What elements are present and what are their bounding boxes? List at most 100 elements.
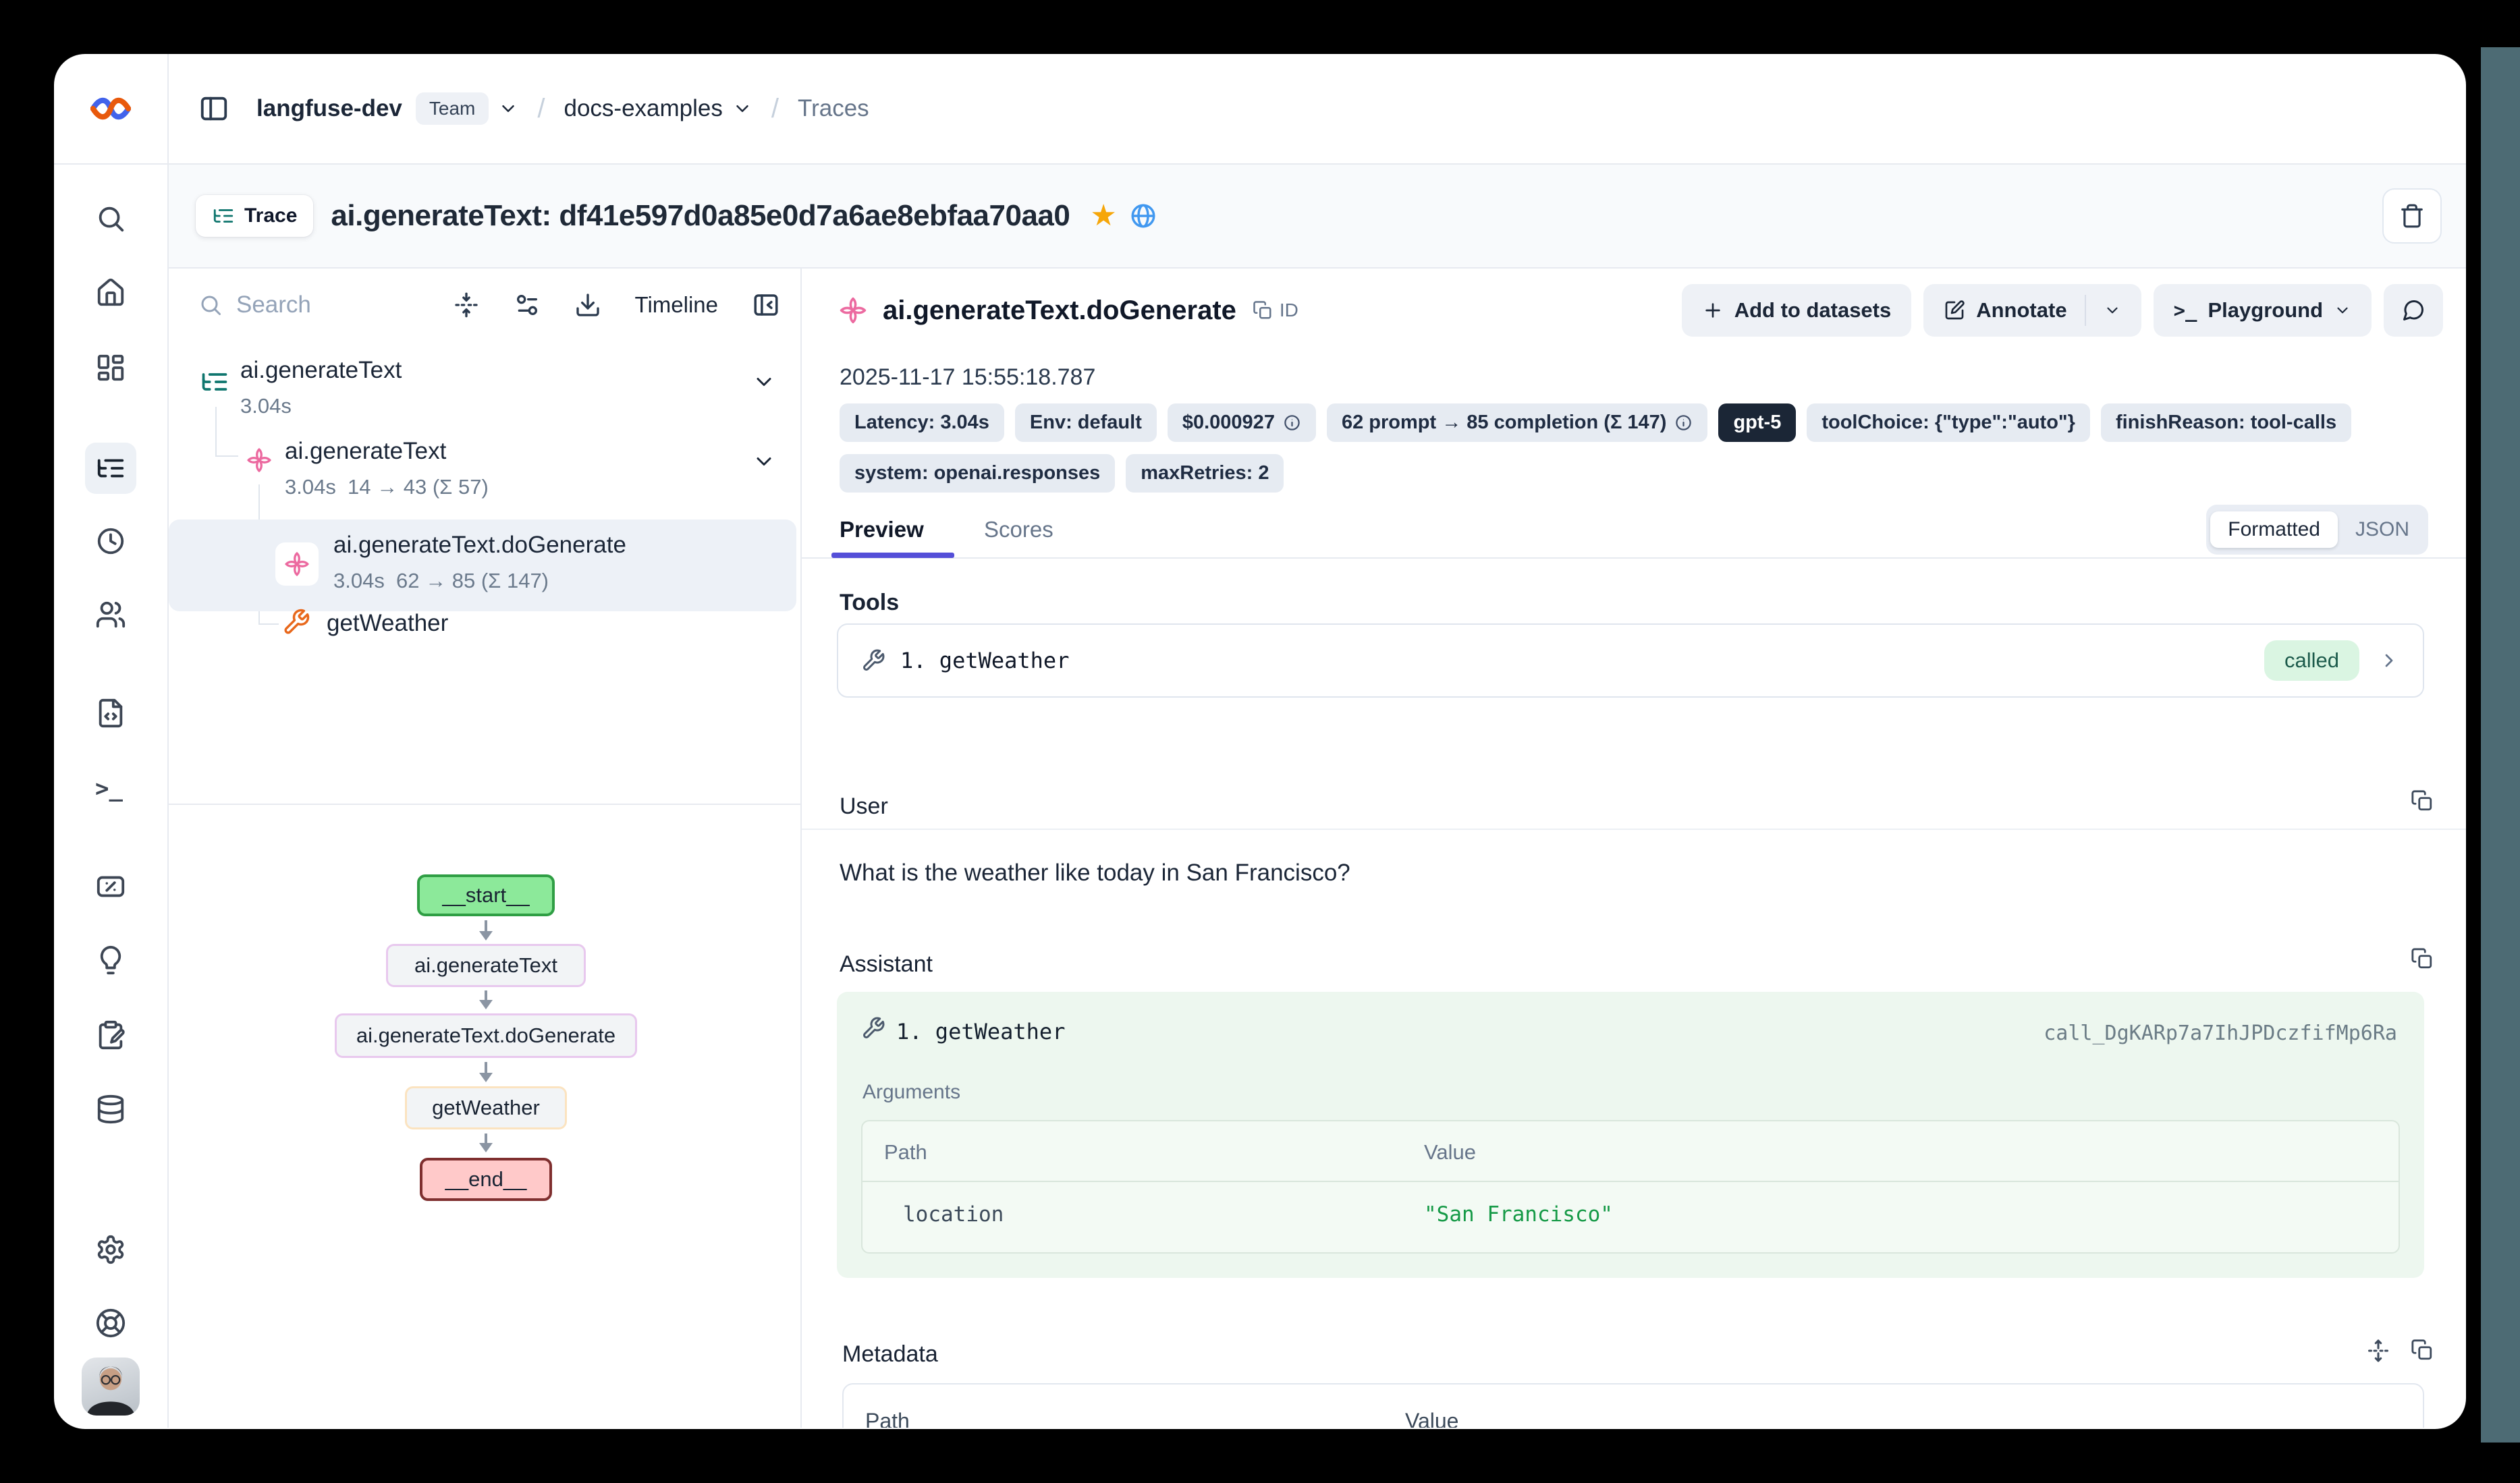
download-icon[interactable] bbox=[574, 291, 601, 318]
sessions-clock-icon[interactable] bbox=[95, 526, 126, 557]
observation-timestamp: 2025-11-17 15:55:18.787 bbox=[840, 364, 1095, 391]
tab-preview[interactable]: Preview bbox=[840, 517, 924, 542]
annotation-clipboard-pen-icon[interactable] bbox=[95, 1019, 126, 1051]
system-badge: system: openai.responses bbox=[840, 454, 1115, 493]
terminal-glyph-icon: >_ bbox=[2174, 299, 2197, 322]
chevron-down-icon[interactable] bbox=[2104, 302, 2121, 319]
langfuse-logo[interactable] bbox=[54, 54, 169, 163]
search-icon bbox=[198, 293, 223, 317]
add-to-datasets-button[interactable]: Add to datasets bbox=[1682, 284, 1912, 337]
wrench-icon bbox=[861, 1016, 885, 1040]
trace-tree-icon bbox=[212, 204, 235, 227]
graph-node-end[interactable]: __end__ bbox=[420, 1158, 552, 1201]
maxretries-badge: maxRetries: 2 bbox=[1126, 454, 1284, 493]
observation-badges: Latency: 3.04s Env: default $0.000927 62… bbox=[840, 403, 2426, 493]
langfuse-logo-icon bbox=[90, 96, 131, 121]
trace-tree-panel: Search Timeline bbox=[169, 269, 802, 1428]
sidebar-item-tracing[interactable] bbox=[85, 443, 136, 494]
playground-button[interactable]: >_ Playground bbox=[2154, 284, 2372, 337]
tree-connector bbox=[258, 623, 279, 625]
tools-heading: Tools bbox=[840, 590, 899, 616]
user-avatar[interactable] bbox=[82, 1358, 140, 1416]
copy-id-icon[interactable] bbox=[1253, 300, 1273, 320]
timeline-toggle[interactable]: Timeline bbox=[635, 292, 718, 318]
tree-item-getweather-label[interactable]: getWeather bbox=[327, 610, 448, 637]
chevron-right-icon[interactable] bbox=[2378, 650, 2400, 671]
sidebar-nav: >_ bbox=[54, 165, 169, 1428]
bookmark-star-icon[interactable]: ★ bbox=[1090, 201, 1116, 231]
tab-active-underline bbox=[831, 553, 954, 558]
model-badge[interactable]: gpt-5 bbox=[1718, 403, 1796, 442]
support-lifebuoy-icon[interactable] bbox=[95, 1308, 126, 1339]
breadcrumb-separator: / bbox=[771, 94, 779, 124]
breadcrumb-org[interactable]: docs-examples bbox=[564, 95, 722, 122]
breadcrumb-project[interactable]: langfuse-dev bbox=[256, 95, 402, 122]
user-heading: User bbox=[840, 793, 888, 820]
graph-node-dogenerate[interactable]: ai.generateText.doGenerate bbox=[335, 1013, 637, 1058]
graph-edge bbox=[485, 1062, 487, 1080]
cost-badge[interactable]: $0.000927 bbox=[1168, 403, 1316, 442]
tool-definition-row[interactable]: 1. getWeather called bbox=[837, 623, 2424, 698]
arguments-label: Arguments bbox=[862, 1081, 960, 1104]
id-label: ID bbox=[1280, 300, 1298, 321]
tree-item-root-label[interactable]: ai.generateText bbox=[240, 357, 402, 384]
project-chevron-down-icon[interactable] bbox=[498, 99, 518, 119]
users-icon[interactable] bbox=[95, 599, 126, 630]
graph-edge bbox=[485, 920, 487, 938]
collapse-all-icon[interactable] bbox=[453, 291, 480, 318]
user-message: What is the weather like today in San Fr… bbox=[840, 860, 1350, 887]
format-toggle-json[interactable]: JSON bbox=[2340, 511, 2424, 548]
home-icon[interactable] bbox=[95, 277, 126, 308]
project-role-badge: Team bbox=[416, 92, 489, 125]
info-icon bbox=[1283, 414, 1301, 432]
graph-edge bbox=[485, 990, 487, 1007]
trash-icon bbox=[2399, 203, 2425, 229]
argument-path-cell: location bbox=[903, 1202, 1004, 1227]
metadata-value-header: Value bbox=[1405, 1409, 1458, 1428]
trace-tree-icon bbox=[200, 367, 229, 397]
graph-node-generatetext[interactable]: ai.generateText bbox=[386, 944, 586, 987]
graph-node-start[interactable]: __start__ bbox=[417, 874, 555, 916]
dashboard-icon[interactable] bbox=[95, 352, 126, 383]
tree-item-dogenerate-metrics: 3.04s 62 → 85 (Σ 147) bbox=[333, 569, 549, 593]
tree-item-generation-label[interactable]: ai.generateText bbox=[285, 438, 446, 465]
view-settings-sliders-icon[interactable] bbox=[514, 291, 541, 318]
argument-value-cell: "San Francisco" bbox=[1424, 1202, 1613, 1227]
arguments-value-header: Value bbox=[1424, 1140, 1476, 1165]
comments-button[interactable] bbox=[2384, 284, 2443, 337]
collapse-panel-icon[interactable] bbox=[752, 291, 780, 319]
settings-gear-icon[interactable] bbox=[95, 1234, 126, 1265]
copy-user-message-icon[interactable] bbox=[2411, 789, 2434, 812]
tree-toolbar: Search Timeline bbox=[169, 269, 800, 341]
playground-terminal-icon[interactable]: >_ bbox=[95, 775, 123, 802]
breadcrumb-page[interactable]: Traces bbox=[798, 95, 869, 122]
plus-icon bbox=[1702, 300, 1724, 321]
tree-search-input[interactable]: Search bbox=[198, 291, 311, 318]
chevron-down-icon[interactable] bbox=[752, 370, 776, 394]
public-globe-icon[interactable] bbox=[1129, 202, 1157, 230]
prompts-file-code-icon[interactable] bbox=[95, 698, 126, 729]
tree-item-dogenerate-label[interactable]: ai.generateText.doGenerate bbox=[333, 532, 626, 559]
sidebar-toggle-icon[interactable] bbox=[198, 93, 229, 124]
annotate-split-button[interactable]: Annotate bbox=[1923, 284, 2141, 337]
datasets-database-icon[interactable] bbox=[95, 1094, 126, 1125]
chevron-down-icon[interactable] bbox=[752, 449, 776, 474]
insights-lightbulb-icon[interactable] bbox=[95, 945, 126, 976]
assistant-tool-call-panel: 1. getWeather call_DgKARp7a7IhJPDczfifMp… bbox=[837, 992, 2424, 1278]
evaluation-percent-icon[interactable] bbox=[95, 871, 126, 902]
delete-trace-button[interactable] bbox=[2382, 188, 2442, 244]
org-chevron-down-icon[interactable] bbox=[732, 99, 752, 119]
finishreason-badge: finishReason: tool-calls bbox=[2101, 403, 2351, 442]
token-usage-badge[interactable]: 62 prompt → 85 completion (Σ 147) bbox=[1327, 403, 1708, 442]
graph-edge bbox=[485, 1134, 487, 1150]
copy-metadata-icon[interactable] bbox=[2411, 1339, 2434, 1362]
tabs-border bbox=[802, 557, 2466, 559]
expand-metadata-icon[interactable] bbox=[2366, 1339, 2390, 1363]
copy-assistant-message-icon[interactable] bbox=[2411, 947, 2434, 970]
trace-tree-icon bbox=[95, 453, 126, 484]
format-toggle-formatted[interactable]: Formatted bbox=[2210, 511, 2338, 548]
trace-chip-label: Trace bbox=[244, 204, 297, 227]
search-icon[interactable] bbox=[95, 203, 126, 234]
graph-node-getweather[interactable]: getWeather bbox=[405, 1086, 567, 1129]
tab-scores[interactable]: Scores bbox=[984, 517, 1053, 542]
